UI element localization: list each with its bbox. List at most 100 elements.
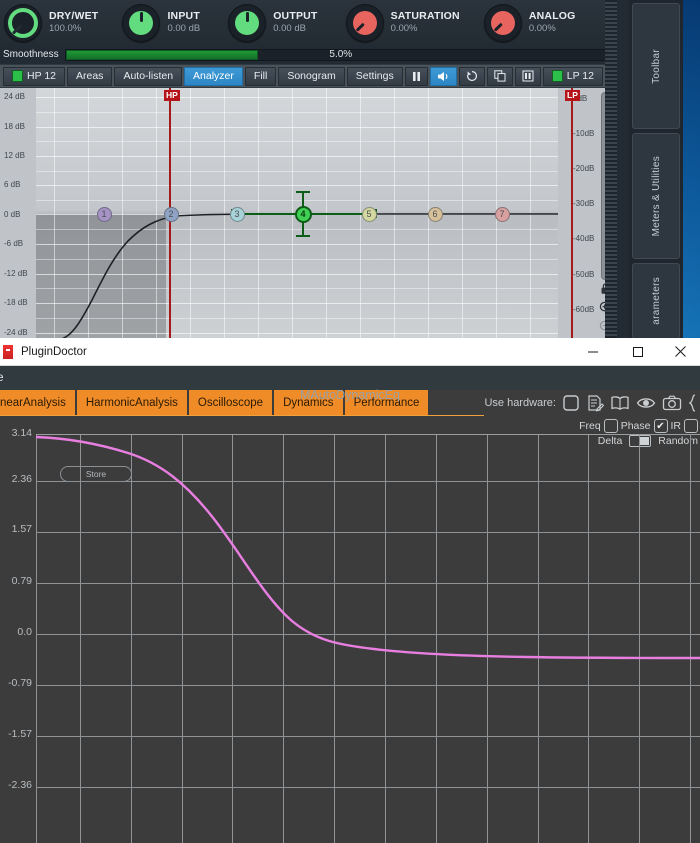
tab-areas-label: Areas	[76, 70, 104, 82]
tab-areas[interactable]: Areas	[67, 66, 113, 86]
close-button[interactable]	[660, 338, 700, 366]
side-tab-meters-utilities[interactable]: Meters & Utilities	[632, 133, 680, 259]
phase-curve	[36, 435, 700, 660]
tab-analyzer[interactable]: Analyzer	[184, 66, 243, 86]
eq-band-6[interactable]: 6	[427, 206, 443, 222]
plugindoctor-title: PluginDoctor	[21, 345, 87, 358]
smoothness-slider[interactable]: 5.0%	[64, 48, 617, 61]
ytick-0-0: 0.0	[17, 626, 32, 638]
input-knob-dial[interactable]	[122, 3, 161, 42]
hp-enable-swatch[interactable]	[12, 70, 23, 82]
eq-band-6-label: 6	[432, 209, 438, 219]
minimize-button[interactable]	[570, 338, 615, 366]
hp-cut-tag[interactable]: HP	[164, 90, 180, 101]
lp-cut-line[interactable]	[571, 88, 573, 343]
lp-cut-tag[interactable]: LP	[565, 90, 580, 101]
tab-auto-listen[interactable]: Auto-listen	[114, 66, 183, 86]
axis-left-m6db: -6 dB	[4, 239, 24, 248]
ytick-m1-57: -1.57	[8, 728, 32, 740]
eq-band-1-label: 1	[101, 209, 107, 219]
lp-enable-swatch[interactable]	[551, 70, 563, 82]
menu-file[interactable]: ile	[0, 372, 4, 384]
ytick-1-57: 1.57	[11, 523, 32, 535]
axis-right-m50db: -50dB	[573, 270, 595, 279]
paste-button[interactable]	[514, 66, 541, 86]
tab-settings[interactable]: Settings	[346, 66, 403, 86]
knob-strip: DRY/WET 100.0% INPUT 0.00 dB OUTPUT 0.00…	[0, 0, 617, 45]
mute-button[interactable]	[429, 66, 457, 86]
eq-band-5[interactable]: 5	[361, 206, 377, 222]
axis-left-6db: 6 dB	[4, 180, 21, 189]
axis-left-m12db: -12 dB	[4, 269, 28, 278]
analyzer-plot-area[interactable]: HP LP 1 2 3 4 5 6 7	[36, 88, 580, 343]
knob-input[interactable]: INPUT 0.00 dB	[122, 3, 201, 42]
ytick-3-14: 3.14	[11, 427, 32, 439]
tab-fill[interactable]: Fill	[244, 66, 277, 86]
axis-left-0db: 0 dB	[4, 210, 21, 219]
input-labels: INPUT 0.00 dB	[167, 10, 201, 34]
saturation-knob-dial[interactable]	[345, 3, 384, 42]
side-tab-parameters-label: arameters	[650, 277, 662, 325]
knob-analog[interactable]: ANALOG 0.00%	[483, 3, 576, 42]
tab-lp12[interactable]: LP 12	[542, 66, 603, 86]
saturation-title: SATURATION	[390, 10, 460, 23]
tab-auto-listen-label: Auto-listen	[123, 70, 174, 82]
eq-band-5-label: 5	[366, 209, 372, 219]
drywet-knob-dial[interactable]	[4, 3, 42, 42]
axis-left-24db: 24 dB	[4, 92, 25, 101]
input-value: 0.00 dB	[167, 22, 201, 34]
tab-hp12-label: HP 12	[27, 70, 56, 82]
ytick-m0-79: -0.79	[8, 677, 32, 689]
eq-band-1[interactable]: 1	[96, 206, 112, 222]
copy-button[interactable]	[486, 66, 513, 86]
eq-band-3[interactable]: 3	[229, 206, 245, 222]
knob-saturation[interactable]: SATURATION 0.00%	[345, 3, 460, 42]
eq-band-4-label: 4	[300, 209, 306, 219]
smoothness-row[interactable]: Smoothness 5.0%	[0, 45, 617, 65]
saturation-labels: SATURATION 0.00%	[390, 10, 460, 34]
store-button[interactable]: Store	[60, 466, 132, 482]
side-tab-parameters[interactable]: arameters	[632, 263, 680, 339]
saturation-value: 0.00%	[390, 22, 418, 34]
ytick-0-79: 0.79	[11, 575, 32, 587]
eq-band-4[interactable]: 4	[294, 205, 312, 223]
analog-value: 0.00%	[528, 22, 556, 34]
drywet-title: DRY/WET	[49, 10, 99, 23]
pause-button[interactable]	[404, 66, 428, 86]
tab-sonogram-label: Sonogram	[287, 70, 336, 82]
axis-right-m30db: -30dB	[573, 199, 595, 208]
side-tab-toolbar-label: Toolbar	[650, 48, 662, 84]
knob-drywet[interactable]: DRY/WET 100.0%	[4, 3, 99, 42]
axis-right-m40db: -40dB	[573, 234, 595, 243]
output-title: OUTPUT	[273, 10, 318, 23]
plugin-side-tabs: Toolbar Meters & Utilities arameters	[629, 0, 683, 343]
eq-band-2[interactable]: 2	[163, 206, 179, 222]
axis-left-12db: 12 dB	[4, 151, 25, 160]
output-knob-dial[interactable]	[228, 3, 267, 42]
eq-tab-bar: HP 12 Areas Auto-listen Analyzer Fill So…	[0, 65, 617, 88]
maximize-button[interactable]	[615, 338, 660, 366]
analog-knob-dial[interactable]	[483, 3, 522, 42]
tab-hp12[interactable]: HP 12	[3, 66, 65, 86]
maximize-icon	[632, 346, 643, 357]
axis-left-m18db: -18 dB	[4, 298, 28, 307]
tab-sonogram[interactable]: Sonogram	[278, 66, 345, 86]
eq-band-2-label: 2	[168, 209, 174, 219]
reset-button[interactable]	[458, 66, 485, 86]
plugin-scroll-strip[interactable]	[605, 0, 617, 343]
smoothness-label: Smoothness	[3, 49, 59, 60]
phase-response-chart[interactable]: 3.14 2.36 1.57 0.79 0.0 -0.79 -1.57 -2.3…	[0, 410, 700, 843]
side-tab-meters-label: Meters & Utilities	[650, 155, 662, 237]
tab-fill-label: Fill	[253, 70, 268, 82]
mautodynamiceq-plugin-window: DRY/WET 100.0% INPUT 0.00 dB OUTPUT 0.00…	[0, 0, 683, 343]
analyzer-graph[interactable]: 24 dB 18 dB 12 dB 6 dB 0 dB -6 dB -12 dB…	[0, 88, 617, 343]
ytick-m2-36: -2.36	[8, 779, 32, 791]
side-tab-toolbar[interactable]: Toolbar	[632, 3, 680, 129]
axis-left-18db: 18 dB	[4, 122, 25, 131]
eq-band-7[interactable]: 7	[494, 206, 510, 222]
tab-analyzer-label: Analyzer	[193, 70, 234, 82]
input-knob-pointer	[139, 11, 143, 22]
plugindoctor-titlebar[interactable]: PluginDoctor	[0, 338, 700, 366]
knob-output[interactable]: OUTPUT 0.00 dB	[228, 3, 318, 42]
chart-plot-area[interactable]: Store	[36, 434, 700, 843]
